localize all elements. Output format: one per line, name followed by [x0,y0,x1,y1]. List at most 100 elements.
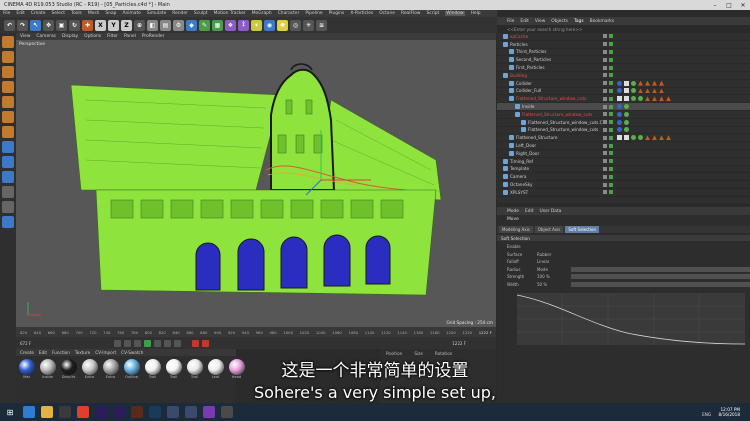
tag-icon[interactable] [624,96,629,102]
enable-check-icon[interactable] [609,104,613,109]
live-selection-icon[interactable]: ✚ [82,19,93,31]
enable-check-icon[interactable] [609,42,613,47]
tag-icon[interactable] [666,96,671,102]
app-icon[interactable] [203,406,215,418]
go-to-start-icon[interactable] [114,339,122,347]
tag-icon[interactable] [638,80,643,86]
axis-y-icon[interactable]: Y [108,19,119,31]
attribute-slider[interactable] [571,281,750,287]
environment-icon[interactable]: ☀ [251,19,262,31]
chrome-icon[interactable] [77,406,89,418]
camera-icon[interactable]: ◉ [264,19,275,31]
visibility-toggle-icon[interactable] [603,159,607,164]
object-row[interactable]: OctaneSky [497,181,750,189]
object-row[interactable]: XPLSYST [497,189,750,197]
axis-mode-icon[interactable] [2,141,14,153]
object-row[interactable]: Second_Particles [497,56,750,65]
undo-icon[interactable]: ↶ [4,19,15,31]
menu-simulate[interactable]: Simulate [147,11,166,16]
object-row[interactable]: Flattened_Structure_window_cuts [497,111,750,119]
workplane-icon[interactable] [2,81,14,93]
end-frame-field[interactable]: 1222 F [452,341,466,346]
enable-check-icon[interactable] [609,120,613,125]
attribute-menu-user-data[interactable]: User Data [539,209,561,214]
realflow-icon[interactable]: ≋ [316,19,327,31]
system-tray[interactable]: ENG 12:07 PM 8/16/2018 [702,407,750,417]
material-menu-edit[interactable]: Edit [39,350,47,355]
object-row[interactable]: Inside [497,103,750,111]
cube-icon[interactable]: ◆ [186,19,197,31]
tag-icon[interactable] [617,104,622,110]
cinema4d-icon[interactable] [167,406,179,418]
edge-icon[interactable] [23,406,35,418]
tag-icon[interactable] [652,96,657,102]
enable-check-icon[interactable] [609,143,613,148]
viewport-menu-cameras[interactable]: Cameras [36,34,56,39]
tag-icon[interactable] [624,104,629,110]
next-key-icon[interactable] [164,339,172,347]
menu-sculpt[interactable]: Sculpt [194,11,208,16]
enable-check-icon[interactable] [609,57,613,62]
visibility-toggle-icon[interactable] [603,174,607,179]
menu-octane[interactable]: Octane [379,11,395,16]
viewport-menu-prorender[interactable]: ProRender [142,34,165,39]
premiere-icon[interactable] [95,406,107,418]
menu-pipeline[interactable]: Pipeline [305,11,322,16]
enable-check-icon[interactable] [609,49,613,54]
tag-icon[interactable] [659,135,664,141]
spline-pen-icon[interactable]: ✎ [199,19,210,31]
object-row[interactable]: Left_Door [497,142,750,150]
visibility-toggle-icon[interactable] [603,104,607,109]
menu-mesh[interactable]: Mesh [88,11,100,16]
select-tool-icon[interactable]: ↖ [30,19,41,31]
enable-check-icon[interactable] [609,151,613,156]
timeline-ruler[interactable]: 620 640 660 680 700 720 740 760 780 800 820 840 860 8… [16,327,496,337]
visibility-toggle-icon[interactable] [603,81,607,86]
enable-check-icon[interactable] [609,166,613,171]
menu-animate[interactable]: Animate [122,11,140,16]
maximize-icon[interactable]: □ [722,2,736,9]
tag-icon[interactable] [659,96,664,102]
object-row[interactable]: Third_Particles [497,49,750,57]
record-icon[interactable] [192,339,200,347]
solo-icon[interactable] [2,201,14,213]
tweak-mode-icon[interactable] [2,156,14,168]
menu-realflow[interactable]: RealFlow [401,11,421,16]
enable-check-icon[interactable] [609,65,613,70]
tag-icon[interactable] [617,127,622,133]
falloff-graph[interactable] [517,293,745,345]
tag-icon[interactable] [617,119,622,125]
tab-soft-selection[interactable]: Soft Selection [565,226,599,233]
menu-file[interactable]: File [3,11,10,16]
material-menu-cv-swatch[interactable]: CV-Swatch [121,350,143,355]
prev-key-icon[interactable] [124,339,132,347]
visibility-toggle-icon[interactable] [603,190,607,195]
attribute-value[interactable]: Linear [537,259,567,264]
go-to-end-icon[interactable] [174,339,182,347]
material-menu-function[interactable]: Function [52,350,70,355]
scale-tool-icon[interactable]: ▣ [56,19,67,31]
menu-plugins[interactable]: Plugins [329,11,345,16]
rotate-tool-icon[interactable]: ↻ [69,19,80,31]
material-menu-texture[interactable]: Texture [75,350,90,355]
tag-icon[interactable] [624,80,629,86]
object-row[interactable]: Flattened_Structure_window_cuts [497,95,750,104]
tag-icon[interactable] [624,119,629,125]
visibility-toggle-icon[interactable] [603,135,607,140]
object-search-input[interactable]: <<Enter your search string here>> [497,25,750,33]
object-row[interactable]: Particles [497,41,750,49]
attribute-value[interactable]: 50 % [537,282,567,287]
tag-icon[interactable] [617,111,622,117]
visibility-toggle-icon[interactable] [603,127,607,132]
app-icon-2[interactable] [221,406,233,418]
attribute-slider[interactable] [571,274,750,279]
object-row[interactable]: Collider [497,80,750,88]
visibility-toggle-icon[interactable] [603,120,607,125]
object-row[interactable]: Flattened_Structure_window_cuts.Cut [497,119,750,127]
object-row[interactable]: First_Particles [497,64,750,72]
move-tool-icon[interactable]: ✥ [43,19,54,31]
visibility-toggle-icon[interactable] [603,73,607,78]
menu-mograph[interactable]: MoGraph [252,11,272,16]
tag-icon[interactable] [638,88,643,94]
object-row[interactable]: xpCache [497,33,750,41]
